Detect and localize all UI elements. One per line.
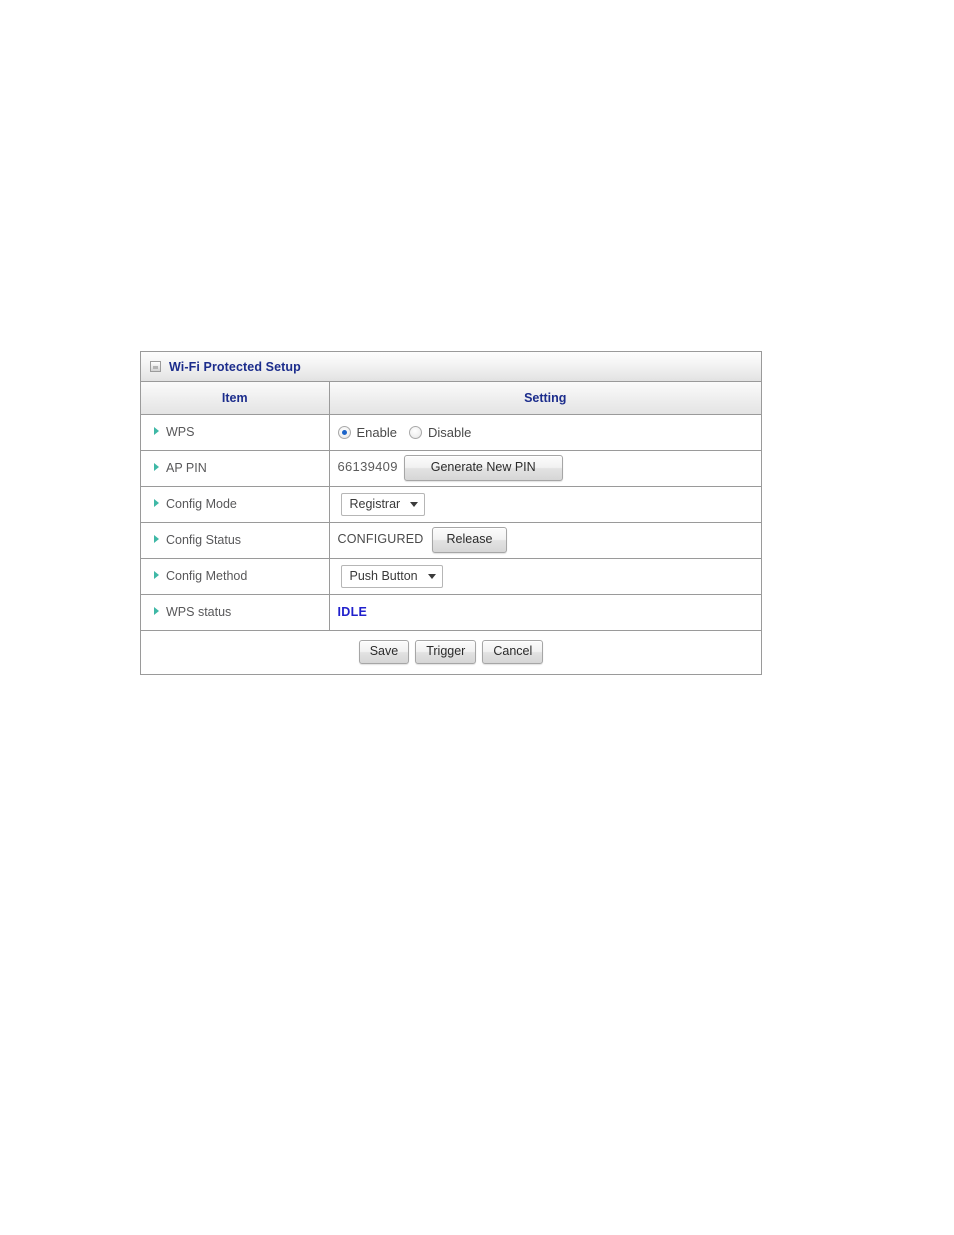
row-label-ap-pin: AP PIN	[141, 450, 330, 487]
cancel-button[interactable]: Cancel	[482, 640, 544, 665]
triangle-bullet-icon	[154, 607, 159, 615]
wps-status-badge: IDLE	[337, 605, 368, 619]
row-label-text: Config Status	[166, 533, 242, 547]
settings-table: Item Setting WPS Enable Disable AP PIN 6…	[141, 382, 761, 674]
triangle-bullet-icon	[154, 427, 159, 435]
save-button[interactable]: Save	[358, 640, 410, 665]
row-label-text: Config Mode	[166, 497, 237, 511]
wps-radio-group: Enable Disable	[337, 424, 761, 440]
triangle-bullet-icon	[154, 499, 159, 507]
row-setting-config-status: CONFIGURED Release	[329, 522, 761, 559]
triangle-bullet-icon	[154, 535, 159, 543]
radio-option-disable[interactable]: Disable	[408, 424, 472, 440]
column-header-item: Item	[141, 382, 330, 415]
row-setting-wps-status: IDLE	[329, 594, 761, 631]
radio-option-enable[interactable]: Enable	[337, 424, 397, 440]
triangle-bullet-icon	[154, 463, 159, 471]
row-label-wps-status: WPS status	[141, 594, 330, 631]
row-setting-config-mode: Registrar	[329, 486, 761, 523]
panel-header: Wi-Fi Protected Setup	[141, 352, 761, 382]
table-row: WPS status IDLE	[141, 594, 761, 631]
table-row: Config Method Push Button	[141, 558, 761, 595]
radio-dot-enable-icon[interactable]	[337, 425, 351, 439]
config-method-select[interactable]: Push Button	[340, 564, 443, 588]
generate-new-pin-button[interactable]: Generate New PIN	[403, 455, 563, 481]
wifi-protected-setup-panel: Wi-Fi Protected Setup Item Setting WPS E…	[140, 351, 762, 675]
chevron-down-icon	[410, 501, 419, 507]
table-row: Config Status CONFIGURED Release	[141, 522, 761, 559]
collapse-box-icon[interactable]	[150, 361, 161, 372]
config-method-selected-value: Push Button	[349, 569, 418, 583]
table-row: WPS Enable Disable	[141, 414, 761, 451]
table-header-row: Item Setting	[141, 382, 761, 415]
row-label-text: WPS	[166, 425, 195, 439]
table-row: Config Mode Registrar	[141, 486, 761, 523]
table-row: AP PIN 66139409 Generate New PIN	[141, 450, 761, 487]
row-label-wps: WPS	[141, 414, 330, 451]
footer-buttons: Save Trigger Cancel	[141, 630, 761, 674]
footer-button-row: Save Trigger Cancel	[141, 630, 761, 674]
row-label-text: Config Method	[166, 569, 248, 583]
trigger-button[interactable]: Trigger	[415, 640, 477, 665]
chevron-down-icon	[427, 573, 436, 579]
row-setting-wps: Enable Disable	[329, 414, 761, 451]
column-header-setting: Setting	[329, 382, 761, 415]
ap-pin-value: 66139409	[337, 459, 398, 475]
triangle-bullet-icon	[154, 571, 159, 579]
row-label-text: AP PIN	[166, 461, 207, 475]
config-mode-selected-value: Registrar	[349, 497, 401, 511]
release-button[interactable]: Release	[431, 527, 508, 553]
radio-label-disable: Disable	[427, 424, 472, 440]
radio-dot-disable-icon[interactable]	[408, 425, 422, 439]
config-mode-select[interactable]: Registrar	[340, 492, 426, 516]
row-label-config-status: Config Status	[141, 522, 330, 559]
row-setting-ap-pin: 66139409 Generate New PIN	[329, 450, 761, 487]
page-title: Wi-Fi Protected Setup	[169, 359, 301, 374]
row-label-config-method: Config Method	[141, 558, 330, 595]
radio-label-enable: Enable	[356, 424, 397, 440]
config-status-value: CONFIGURED	[337, 532, 424, 547]
row-setting-config-method: Push Button	[329, 558, 761, 595]
row-label-config-mode: Config Mode	[141, 486, 330, 523]
row-label-text: WPS status	[166, 605, 232, 619]
